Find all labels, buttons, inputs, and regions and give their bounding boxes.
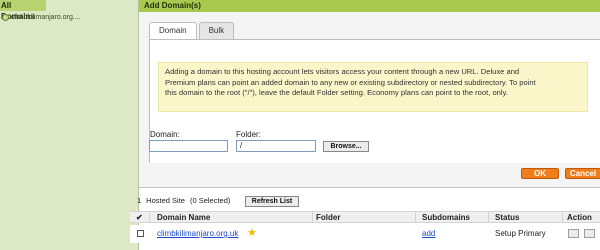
- column-folder[interactable]: Folder: [316, 212, 340, 223]
- edit-icon[interactable]: [568, 229, 579, 238]
- column-status[interactable]: Status: [495, 212, 519, 223]
- tree-item-domain[interactable]: climbkilimanjaro.org....: [2, 12, 81, 22]
- select-all-checkmark-icon[interactable]: ✔: [136, 212, 143, 223]
- hosted-label: Hosted Site: [146, 196, 185, 205]
- dialog-tabs: Domain Bulk: [149, 22, 236, 40]
- column-divider: [415, 212, 416, 223]
- globe-icon: [2, 13, 9, 21]
- column-subdomains[interactable]: Subdomains: [422, 212, 470, 223]
- tab-panel: Adding a domain to this hosting account …: [149, 39, 600, 163]
- row-checkbox[interactable]: [137, 230, 144, 237]
- domain-label: Domain:: [150, 130, 180, 139]
- settings-icon[interactable]: [584, 229, 595, 238]
- info-line: this domain to the root ("/"), leave the…: [165, 88, 508, 98]
- tab-bulk[interactable]: Bulk: [198, 22, 235, 39]
- folder-label: Folder:: [236, 130, 261, 139]
- domain-name-link[interactable]: climbkilimanjaro.org.uk: [157, 225, 238, 243]
- browse-button[interactable]: Browse...: [323, 141, 369, 152]
- domain-tree-panel: All Domains climbkilimanjaro.org....: [0, 0, 139, 250]
- dialog-title: Add Domain(s): [139, 0, 600, 12]
- info-line: Adding a domain to this hosting account …: [165, 67, 520, 76]
- refresh-list-button[interactable]: Refresh List: [245, 196, 299, 207]
- ok-button[interactable]: OK: [521, 168, 559, 179]
- folder-input[interactable]: /: [236, 140, 316, 152]
- column-action: Action: [567, 213, 592, 222]
- column-divider: [312, 212, 313, 223]
- add-domain-dialog: Add Domain(s) Domain Bulk Adding a domai…: [139, 0, 600, 187]
- status-cell: Setup Primary: [495, 229, 546, 238]
- add-subdomain-link[interactable]: add: [422, 225, 435, 243]
- domain-input[interactable]: [149, 140, 228, 152]
- column-domain-name[interactable]: Domain Name: [157, 212, 210, 223]
- tab-domain[interactable]: Domain: [149, 22, 197, 40]
- column-divider: [488, 212, 489, 223]
- info-message: Adding a domain to this hosting account …: [158, 62, 588, 112]
- hosted-summary: 1 Hosted Site (0 Selected): [137, 196, 235, 205]
- star-icon[interactable]: ★: [247, 228, 257, 239]
- hosted-count: 1: [137, 196, 142, 205]
- selected-count: (0 Selected): [189, 196, 231, 205]
- tree-item-label: climbkilimanjaro.org....: [11, 13, 81, 21]
- cancel-button[interactable]: Cancel: [565, 168, 600, 179]
- column-divider: [562, 212, 563, 223]
- column-divider: [149, 212, 150, 223]
- tree-item-all-domains[interactable]: All Domains: [0, 0, 46, 21]
- table-header: ✔ Domain Name Folder Subdomains Status A…: [130, 211, 600, 223]
- info-line: Premium plans can point an added domain …: [165, 77, 536, 87]
- table-row: climbkilimanjaro.org.uk add Setup Primar…: [130, 225, 600, 243]
